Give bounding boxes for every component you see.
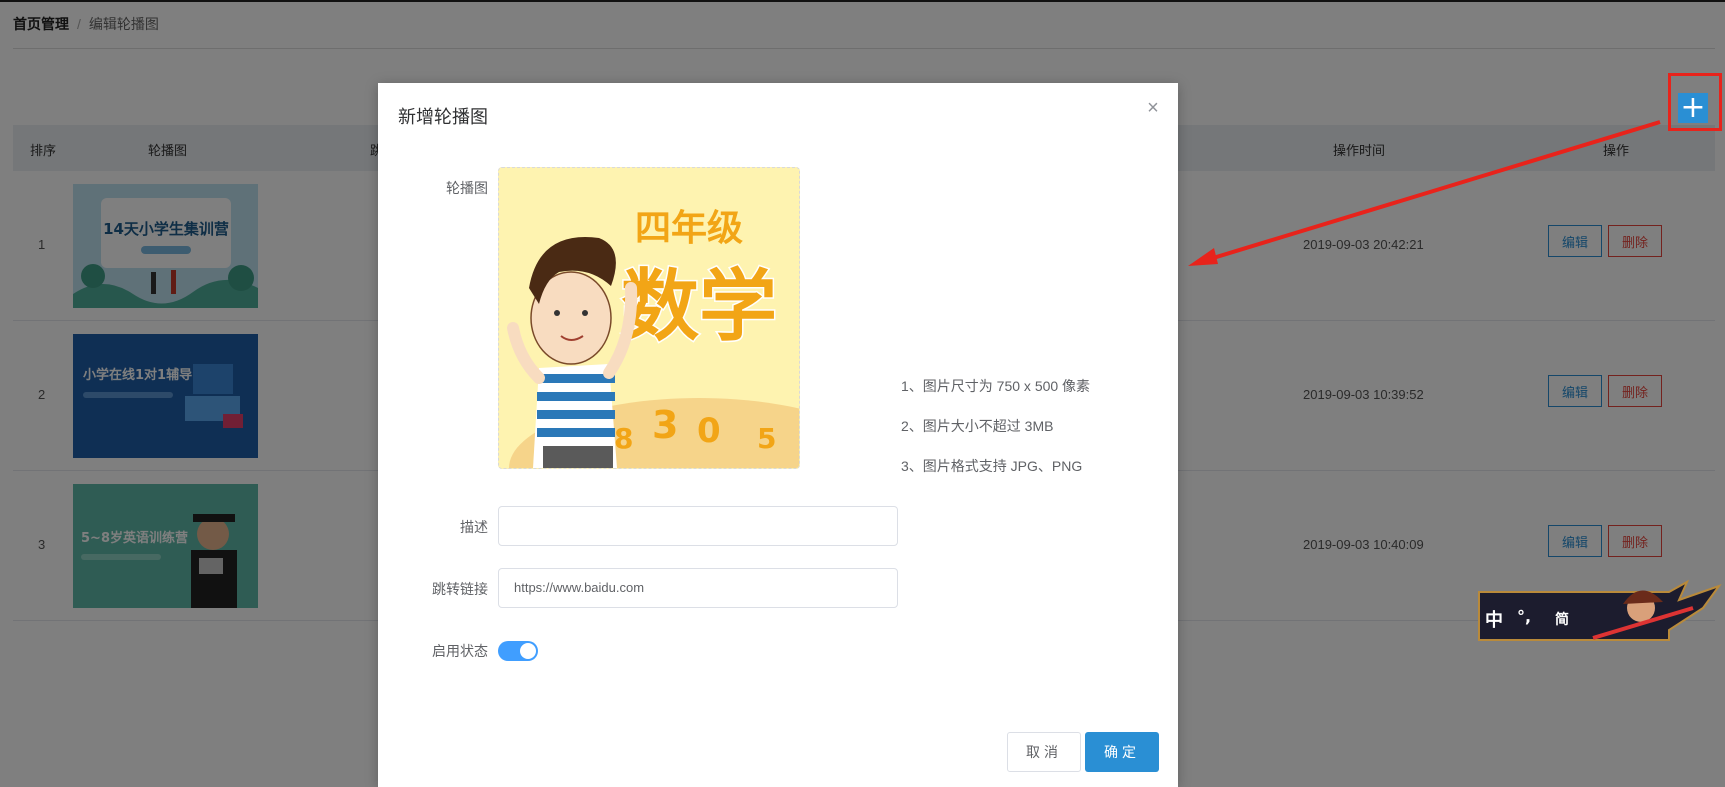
- desc-label: 描述: [460, 519, 488, 535]
- image-label: 轮播图: [446, 180, 488, 196]
- preview-digit: 3: [652, 403, 678, 447]
- add-banner-button[interactable]: +: [1678, 93, 1708, 123]
- link-label: 跳转链接: [432, 581, 488, 597]
- tip-format: 3、图片格式支持 JPG、PNG: [901, 458, 1083, 474]
- ime-punct-label: °,: [1517, 607, 1531, 626]
- status-label: 启用状态: [432, 643, 488, 659]
- switch-knob: [520, 643, 536, 659]
- desc-input[interactable]: [498, 506, 898, 546]
- preview-grade: 四年级: [635, 208, 743, 249]
- tip-size: 1、图片尺寸为 750 x 500 像素: [901, 378, 1091, 394]
- close-icon[interactable]: ×: [1142, 97, 1164, 119]
- add-banner-dialog: 新增轮播图 × 轮播图 四年级 数学 8 3 0 5 1、图片尺寸为 750 x…: [378, 83, 1178, 787]
- upload-tips: 1、图片尺寸为 750 x 500 像素 2、图片大小不超过 3MB 3、图片格…: [901, 366, 1090, 486]
- upload-preview-image: 四年级 数学 8 3 0 5: [499, 168, 799, 468]
- preview-digit: 8: [614, 422, 633, 455]
- preview-subject: 数学: [621, 262, 777, 352]
- ime-mode-label: 简: [1555, 611, 1569, 628]
- confirm-button[interactable]: 确定: [1085, 732, 1159, 772]
- preview-digit: 5: [757, 422, 776, 455]
- status-switch[interactable]: [498, 641, 538, 661]
- preview-digit: 0: [697, 411, 721, 451]
- ime-status-bar[interactable]: 中 °, 简: [1473, 578, 1723, 650]
- link-input[interactable]: https://www.baidu.com: [498, 568, 898, 608]
- ime-lang-label: 中: [1485, 609, 1503, 631]
- cancel-button[interactable]: 取消: [1007, 732, 1081, 772]
- tip-filesize: 2、图片大小不超过 3MB: [901, 418, 1054, 434]
- dialog-title: 新增轮播图: [398, 107, 488, 127]
- image-uploader[interactable]: 四年级 数学 8 3 0 5: [498, 167, 800, 469]
